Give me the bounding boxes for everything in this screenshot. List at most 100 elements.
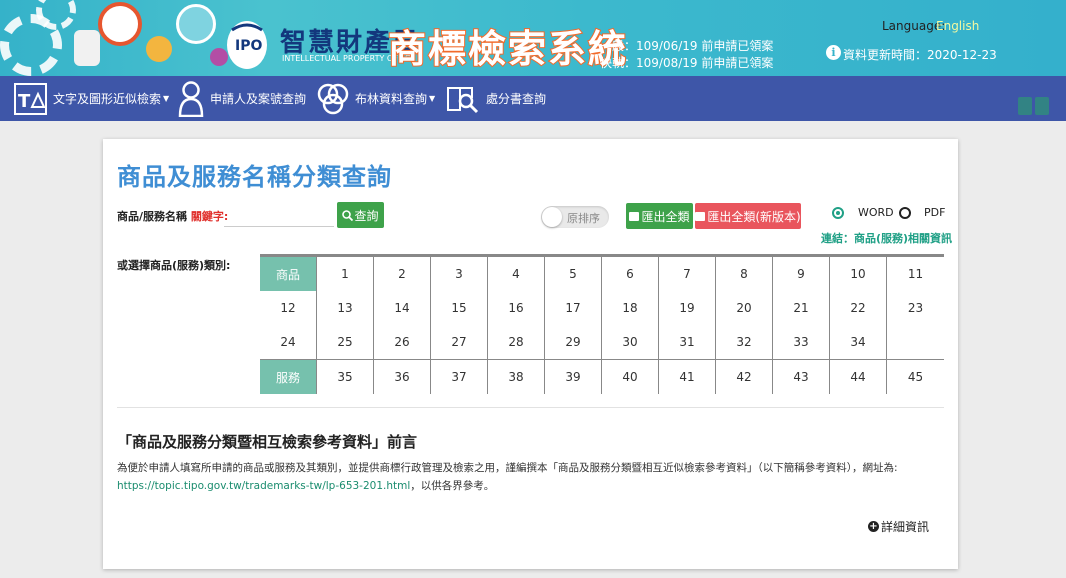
export-all-new-button[interactable]: 匯出全類(新版本) [695, 203, 801, 229]
class-cell[interactable]: 12 [260, 291, 317, 325]
format-pdf-label: PDF [924, 206, 946, 219]
export-all-button[interactable]: 匯出全類 [626, 203, 693, 229]
class-cell[interactable]: 13 [317, 291, 374, 325]
phone-icon [74, 30, 100, 66]
svg-text:IPO: IPO [235, 38, 262, 54]
help-icon[interactable] [1035, 97, 1049, 115]
divider [117, 407, 944, 408]
class-cell[interactable]: 39 [545, 360, 602, 394]
printer-icon [629, 211, 640, 221]
intro-url-link[interactable]: https://topic.tipo.gov.tw/trademarks-tw/… [117, 480, 410, 492]
class-cell[interactable]: 40 [602, 360, 659, 394]
nav-decision-search[interactable]: 處分書查詢 [446, 76, 546, 121]
intro-title: 「商品及服務分類暨相互檢索參考資料」前言 [117, 433, 418, 451]
nav-applicant-search[interactable]: 申請人及案號查詢 [178, 76, 306, 121]
class-cell[interactable]: 29 [545, 325, 602, 359]
nav-label: 申請人及案號查詢 [210, 92, 307, 106]
class-cell[interactable]: 17 [545, 291, 602, 325]
chevron-down-icon: ▼ [429, 94, 436, 103]
update-time: 資料更新時間：2020-12-23 [843, 48, 997, 62]
class-cell[interactable]: 8 [716, 257, 773, 291]
class-cell[interactable]: 16 [488, 291, 545, 325]
class-cell[interactable]: 7 [659, 257, 716, 291]
goods-header: 商品 [260, 257, 317, 291]
class-cell[interactable]: 24 [260, 325, 317, 359]
class-cell[interactable]: 26 [374, 325, 431, 359]
class-cell[interactable]: 27 [431, 325, 488, 359]
class-cell[interactable]: 31 [659, 325, 716, 359]
keyword-input[interactable] [224, 205, 334, 227]
format-pdf-radio[interactable] [899, 207, 911, 219]
class-cell[interactable]: 18 [602, 291, 659, 325]
class-cell[interactable]: 36 [374, 360, 431, 394]
class-cell[interactable]: 30 [602, 325, 659, 359]
class-cell[interactable]: 21 [773, 291, 830, 325]
detail-button[interactable]: + 詳細資訊 [868, 518, 929, 535]
search-button[interactable]: 查詢 [337, 202, 384, 228]
nav-boolean-search[interactable]: 布林資料查詢 ▼ [317, 76, 435, 121]
class-cell[interactable]: 5 [545, 257, 602, 291]
format-word-label: WORD [858, 206, 894, 219]
class-cell[interactable]: 11 [887, 257, 944, 291]
svg-text:T: T [18, 91, 31, 112]
ipo-logo-icon: IPO [227, 21, 267, 69]
sort-toggle[interactable]: 原排序 [541, 206, 609, 228]
chevron-down-icon: ▼ [163, 94, 170, 103]
format-word-radio[interactable] [832, 207, 844, 219]
class-cell[interactable]: 6 [602, 257, 659, 291]
export-all-new-label: 匯出全類(新版本) [707, 209, 801, 224]
class-cell[interactable]: 9 [773, 257, 830, 291]
plus-circle-icon: + [868, 521, 879, 532]
chart-icon [146, 36, 172, 62]
page-title: 商品及服務名稱分類查詢 [117, 163, 392, 191]
class-cell[interactable]: 14 [374, 291, 431, 325]
toolbar-icons [1018, 97, 1049, 115]
class-cell[interactable]: 22 [830, 291, 887, 325]
class-cell[interactable]: 45 [887, 360, 944, 394]
class-cell[interactable]: 34 [830, 325, 887, 359]
keyword-label: 關鍵字: [190, 210, 229, 223]
notice-fast: 快軌：109/08/19 前申請已領案 [600, 56, 774, 70]
globe-icon [176, 4, 216, 44]
notice-general: 一般：109/06/19 前申請已領案 [600, 39, 774, 53]
class-cell[interactable]: 32 [716, 325, 773, 359]
class-cell[interactable]: 25 [317, 325, 374, 359]
class-cell[interactable]: 28 [488, 325, 545, 359]
print-icon[interactable] [1018, 97, 1032, 115]
class-cell[interactable]: 4 [488, 257, 545, 291]
class-cell[interactable]: 42 [716, 360, 773, 394]
class-cell[interactable]: 43 [773, 360, 830, 394]
class-cell[interactable]: 15 [431, 291, 488, 325]
nav-label: 文字及圖形近似檢索 [53, 92, 162, 106]
class-cell[interactable]: 10 [830, 257, 887, 291]
main-navbar: T 文字及圖形近似檢索 ▼ 申請人及案號查詢 布林資料查詢 ▼ 處分書查詢 [0, 76, 1066, 121]
class-cell[interactable]: 37 [431, 360, 488, 394]
services-header: 服務 [260, 360, 317, 394]
class-cell[interactable]: 35 [317, 360, 374, 394]
language-english-link[interactable]: English [936, 19, 979, 33]
system-title: 商標檢索系統 [387, 26, 629, 72]
intro-suffix: ，以供各界參考。 [410, 480, 495, 492]
nav-label: 布林資料查詢 [355, 92, 428, 106]
class-cell[interactable]: 33 [773, 325, 830, 359]
search-label: 商品/服務名稱 關鍵字: [117, 208, 228, 224]
printer-icon [695, 211, 706, 221]
class-cell[interactable]: 1 [317, 257, 374, 291]
class-cell[interactable]: 19 [659, 291, 716, 325]
document-search-icon [447, 86, 479, 113]
search-button-label: 查詢 [354, 208, 379, 223]
search-label-text: 商品/服務名稱 [117, 210, 188, 223]
search-card: 商品及服務名稱分類查詢 商品/服務名稱 關鍵字: 查詢 原排序 匯出全類 匯出全… [103, 139, 958, 569]
class-cell[interactable]: 3 [431, 257, 488, 291]
nav-text-shape-search[interactable]: T 文字及圖形近似檢索 ▼ [14, 76, 169, 121]
class-cell[interactable]: 41 [659, 360, 716, 394]
class-cell[interactable]: 44 [830, 360, 887, 394]
related-info-link[interactable]: 連結：商品(服務)相關資訊 [821, 230, 952, 246]
class-cell[interactable]: 38 [488, 360, 545, 394]
class-cell[interactable]: 23 [887, 291, 944, 325]
venn-icon [317, 83, 349, 114]
class-cell[interactable]: 2 [374, 257, 431, 291]
class-cell[interactable]: 20 [716, 291, 773, 325]
presentation-icon [98, 2, 142, 46]
person-icon [178, 80, 204, 117]
